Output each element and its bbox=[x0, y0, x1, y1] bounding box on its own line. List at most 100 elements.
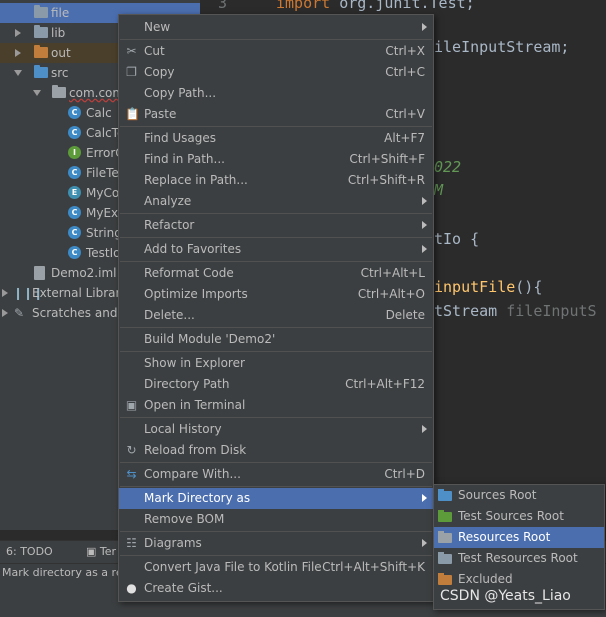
resources-folder-icon bbox=[438, 531, 452, 543]
code-line: tIo { bbox=[434, 230, 480, 248]
chevron-right-icon[interactable] bbox=[2, 289, 8, 297]
submenu-arrow-icon bbox=[422, 23, 427, 31]
menu-separator bbox=[120, 351, 432, 352]
menu-item-show-in-explorer[interactable]: Show in Explorer bbox=[119, 353, 433, 374]
class-icon: C bbox=[68, 226, 81, 239]
code-line: inputFile(){ bbox=[434, 278, 543, 296]
menu-item-reformat-code[interactable]: Reformat Code Ctrl+Alt+L bbox=[119, 263, 433, 284]
menu-item-convert-to-kotlin[interactable]: Convert Java File to Kotlin File Ctrl+Alt… bbox=[119, 557, 433, 578]
submenu-item-test-sources-root[interactable]: Test Sources Root bbox=[434, 506, 604, 527]
watermark: CSDN @Yeats_Liao bbox=[440, 588, 571, 604]
code-comment: 022 bbox=[434, 158, 462, 176]
scratches-icon: ✎ bbox=[14, 306, 25, 320]
class-icon: C bbox=[68, 246, 81, 259]
code-line: import org.junit.Test; bbox=[276, 0, 475, 12]
code-line: tStream fileInputS bbox=[434, 302, 597, 320]
github-icon: ● bbox=[126, 581, 137, 595]
submenu-arrow-icon bbox=[422, 197, 427, 205]
tab-terminal[interactable]: ▣ Ter bbox=[86, 545, 116, 558]
menu-item-create-gist[interactable]: ● Create Gist... bbox=[119, 578, 433, 599]
menu-item-remove-bom[interactable]: Remove BOM bbox=[119, 509, 433, 530]
tree-item-label: Calc bbox=[86, 106, 112, 120]
menu-item-refactor[interactable]: Refactor bbox=[119, 215, 433, 236]
copy-icon: ❐ bbox=[126, 65, 137, 79]
menu-separator bbox=[120, 462, 432, 463]
excluded-folder-icon bbox=[34, 45, 48, 58]
menu-separator bbox=[120, 486, 432, 487]
refresh-icon: ↻ bbox=[126, 443, 137, 457]
class-icon: C bbox=[68, 106, 81, 119]
menu-separator bbox=[120, 417, 432, 418]
tree-item-label: file bbox=[51, 6, 70, 20]
folder-icon bbox=[34, 25, 48, 38]
tree-item-label: src bbox=[51, 66, 69, 80]
menu-separator bbox=[120, 555, 432, 556]
tab-todo[interactable]: 6: TODO bbox=[6, 545, 53, 558]
submenu-item-sources-root[interactable]: Sources Root bbox=[434, 485, 604, 506]
menu-item-compare-with[interactable]: ⇆ Compare With... Ctrl+D bbox=[119, 464, 433, 485]
chevron-right-icon[interactable] bbox=[2, 309, 8, 317]
diagram-icon: ☷ bbox=[126, 536, 137, 550]
chevron-right-icon[interactable] bbox=[15, 29, 21, 37]
source-folder-icon bbox=[34, 65, 48, 78]
menu-separator bbox=[120, 531, 432, 532]
menu-separator bbox=[120, 126, 432, 127]
menu-separator bbox=[120, 237, 432, 238]
menu-item-analyze[interactable]: Analyze bbox=[119, 191, 433, 212]
clipboard-icon: 📋 bbox=[125, 107, 140, 121]
menu-item-add-to-favorites[interactable]: Add to Favorites bbox=[119, 239, 433, 260]
submenu-arrow-icon bbox=[422, 425, 427, 433]
menu-item-copy-path[interactable]: Copy Path... bbox=[119, 83, 433, 104]
status-text: Mark directory as a reso bbox=[2, 566, 136, 579]
line-number: 3 bbox=[218, 0, 228, 12]
source-folder-icon bbox=[438, 489, 452, 501]
submenu-arrow-icon bbox=[422, 221, 427, 229]
class-icon: C bbox=[68, 126, 81, 139]
menu-item-new[interactable]: New bbox=[119, 17, 433, 38]
submenu-item-excluded[interactable]: Excluded bbox=[434, 569, 604, 590]
submenu-arrow-icon bbox=[422, 245, 427, 253]
submenu-item-resources-root[interactable]: Resources Root bbox=[434, 527, 604, 548]
tree-item-label: TestIo bbox=[86, 246, 121, 260]
menu-separator bbox=[120, 327, 432, 328]
menu-item-local-history[interactable]: Local History bbox=[119, 419, 433, 440]
interface-icon: I bbox=[68, 146, 81, 159]
enum-icon: E bbox=[68, 186, 81, 199]
submenu-arrow-icon bbox=[422, 494, 427, 502]
menu-item-directory-path[interactable]: Directory Path Ctrl+Alt+F12 bbox=[119, 374, 433, 395]
menu-item-optimize-imports[interactable]: Optimize Imports Ctrl+Alt+O bbox=[119, 284, 433, 305]
menu-separator bbox=[120, 213, 432, 214]
menu-item-cut[interactable]: ✂ Cut Ctrl+X bbox=[119, 41, 433, 62]
menu-item-find-usages[interactable]: Find Usages Alt+F7 bbox=[119, 128, 433, 149]
scissors-icon: ✂ bbox=[126, 44, 137, 58]
menu-item-reload-from-disk[interactable]: ↻ Reload from Disk bbox=[119, 440, 433, 461]
submenu-arrow-icon bbox=[422, 539, 427, 547]
menu-item-replace-in-path[interactable]: Replace in Path... Ctrl+Shift+R bbox=[119, 170, 433, 191]
package-icon bbox=[52, 85, 66, 98]
excluded-folder-icon bbox=[438, 573, 452, 585]
submenu-item-test-resources-root[interactable]: Test Resources Root bbox=[434, 548, 604, 569]
class-icon: C bbox=[68, 166, 81, 179]
code-line: ileInputStream; bbox=[434, 38, 570, 56]
test-resources-folder-icon bbox=[438, 552, 452, 564]
menu-item-open-in-terminal[interactable]: ▣ Open in Terminal bbox=[119, 395, 433, 416]
menu-item-mark-directory-as[interactable]: Mark Directory as bbox=[119, 488, 433, 509]
tree-item-label: MyCo bbox=[86, 186, 120, 200]
menu-separator bbox=[120, 39, 432, 40]
chevron-down-icon[interactable] bbox=[33, 90, 41, 96]
menu-item-build-module[interactable]: Build Module 'Demo2' bbox=[119, 329, 433, 350]
terminal-icon: ▣ bbox=[125, 398, 138, 412]
exception-class-icon: C bbox=[68, 206, 81, 219]
module-file-icon bbox=[34, 266, 45, 280]
chevron-down-icon[interactable] bbox=[14, 70, 22, 76]
tree-item-label: com.com bbox=[69, 86, 125, 100]
menu-item-copy[interactable]: ❐ Copy Ctrl+C bbox=[119, 62, 433, 83]
menu-item-find-in-path[interactable]: Find in Path... Ctrl+Shift+F bbox=[119, 149, 433, 170]
chevron-right-icon[interactable] bbox=[15, 49, 21, 57]
tree-item-label: out bbox=[51, 46, 71, 60]
menu-item-diagrams[interactable]: ☷ Diagrams bbox=[119, 533, 433, 554]
menu-item-paste[interactable]: 📋 Paste Ctrl+V bbox=[119, 104, 433, 125]
tree-item-label: lib bbox=[51, 26, 66, 40]
folder-icon bbox=[34, 5, 48, 18]
menu-item-delete[interactable]: Delete... Delete bbox=[119, 305, 433, 326]
